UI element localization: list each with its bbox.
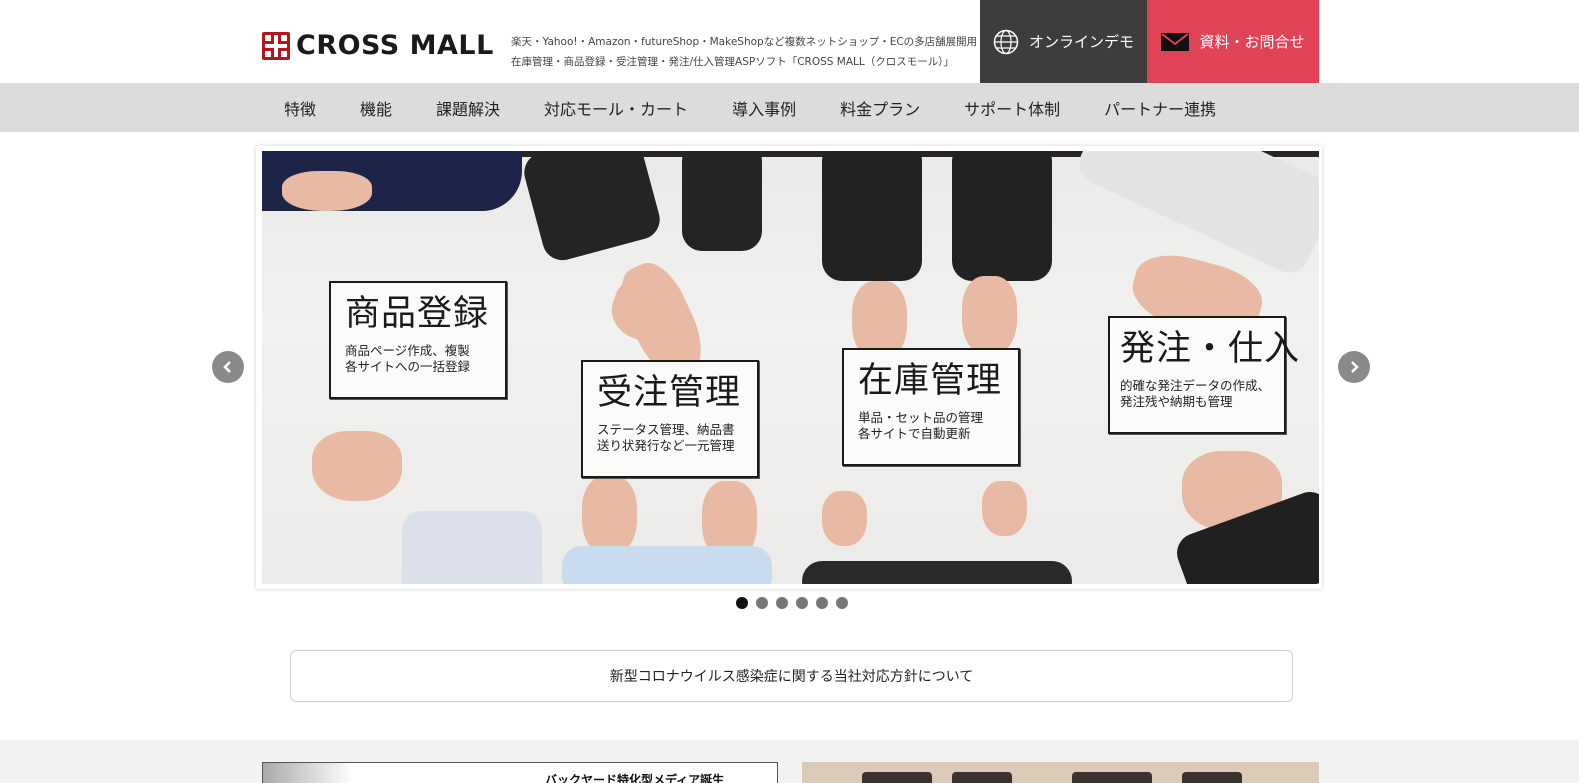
sleeve-light (402, 511, 542, 584)
hero-slider: 商品登録 商品ページ作成、複製 各サイトへの一括登録 受注管理 ステータス管理、… (256, 146, 1322, 589)
feature-card-inventory-management: 在庫管理 単品・セット品の管理 各サイトで自動更新 (842, 348, 1020, 466)
globe-icon (993, 29, 1019, 54)
nav-item-partners[interactable]: パートナー連携 (1082, 96, 1238, 120)
feature-card-product-registration: 商品登録 商品ページ作成、複製 各サイトへの一括登録 (329, 281, 507, 399)
hand (962, 276, 1017, 356)
sleeve-dark (952, 151, 1052, 281)
slider-dot[interactable] (776, 597, 788, 609)
slider-dot[interactable] (816, 597, 828, 609)
feature-card-order-management: 受注管理 ステータス管理、納品書 送り状発行など一元管理 (581, 360, 759, 478)
card-title: 受注管理 (597, 373, 742, 413)
logo-text: CROSS MALL (296, 30, 494, 61)
nav-item-support[interactable]: サポート体制 (942, 96, 1082, 120)
card-title: 発注・仕入 (1120, 329, 1301, 369)
contact-button[interactable]: 資料・お問合せ (1147, 0, 1319, 83)
slider-next-button[interactable] (1338, 351, 1370, 383)
slide-image: 商品登録 商品ページ作成、複製 各サイトへの一括登録 受注管理 ステータス管理、… (262, 151, 1319, 584)
nav-item-solutions[interactable]: 課題解決 (414, 96, 522, 120)
banner-image (263, 763, 353, 783)
slider-dot[interactable] (736, 597, 748, 609)
bottom-section (0, 740, 1579, 783)
main-nav: 特徴 機能 課題解決 対応モール・カート 導入事例 料金プラン サポート体制 パ… (0, 83, 1579, 132)
logo[interactable]: CROSS MALL (262, 31, 494, 61)
online-demo-button[interactable]: オンラインデモ (980, 0, 1147, 83)
banner-graphic (1182, 772, 1242, 783)
card-description: 単品・セット品の管理 各サイトで自動更新 (858, 410, 984, 441)
media-banner[interactable]: バックヤード特化型メディア誕生 (262, 762, 778, 783)
site-header: CROSS MALL 楽天・Yahoo!・Amazon・futureShop・M… (0, 0, 1579, 83)
slider-dot[interactable] (836, 597, 848, 609)
card-description: 的確な発注データの作成、 発注残や納期も管理 (1120, 378, 1271, 409)
promo-banner[interactable] (802, 762, 1319, 783)
nav-item-functions[interactable]: 機能 (338, 96, 414, 120)
sleeve-dark (682, 151, 762, 251)
nav-item-features[interactable]: 特徴 (262, 96, 338, 120)
covid-notice-link[interactable]: 新型コロナウイルス感染症に関する当社対応方針について (290, 650, 1293, 702)
hand (282, 171, 372, 211)
sleeve-blue (562, 546, 772, 584)
hand (822, 491, 867, 546)
card-title: 在庫管理 (858, 361, 1003, 401)
slider-dot[interactable] (756, 597, 768, 609)
hand (982, 481, 1027, 536)
envelope-icon (1161, 32, 1190, 51)
banner-graphic (862, 772, 932, 783)
nav-item-case-studies[interactable]: 導入事例 (710, 96, 818, 120)
nav-item-supported-malls[interactable]: 対応モール・カート (522, 96, 710, 120)
tagline-line-1: 楽天・Yahoo!・Amazon・futureShop・MakeShopなど複数… (511, 36, 978, 48)
hand (582, 476, 637, 556)
contact-label: 資料・お問合せ (1199, 33, 1305, 51)
sleeve-dark (519, 151, 665, 265)
chevron-right-icon (1351, 361, 1359, 373)
slider-prev-button[interactable] (212, 351, 244, 383)
card-description: ステータス管理、納品書 送り状発行など一元管理 (597, 422, 735, 453)
banner-graphic (1072, 772, 1152, 783)
hand (312, 431, 402, 501)
card-title: 商品登録 (345, 294, 490, 334)
sleeve-dark (802, 561, 1072, 584)
banner-graphic (952, 772, 1012, 783)
header-tagline: 楽天・Yahoo!・Amazon・futureShop・MakeShopなど複数… (511, 32, 977, 72)
online-demo-label: オンラインデモ (1028, 33, 1134, 51)
card-description: 商品ページ作成、複製 各サイトへの一括登録 (345, 343, 471, 374)
slider-dots (736, 597, 848, 609)
slider-dot[interactable] (796, 597, 808, 609)
chevron-left-icon (223, 361, 231, 373)
nav-item-pricing[interactable]: 料金プラン (818, 96, 942, 120)
cross-mall-logo-icon (262, 32, 290, 60)
tagline-line-2: 在庫管理・商品登録・受注管理・発注/仕入管理ASPソフト「CROSS MALL（… (511, 56, 954, 68)
banner-title: バックヤード特化型メディア誕生 (545, 773, 725, 783)
sleeve-dark (822, 151, 922, 281)
feature-card-purchasing: 発注・仕入 的確な発注データの作成、 発注残や納期も管理 (1108, 316, 1301, 434)
